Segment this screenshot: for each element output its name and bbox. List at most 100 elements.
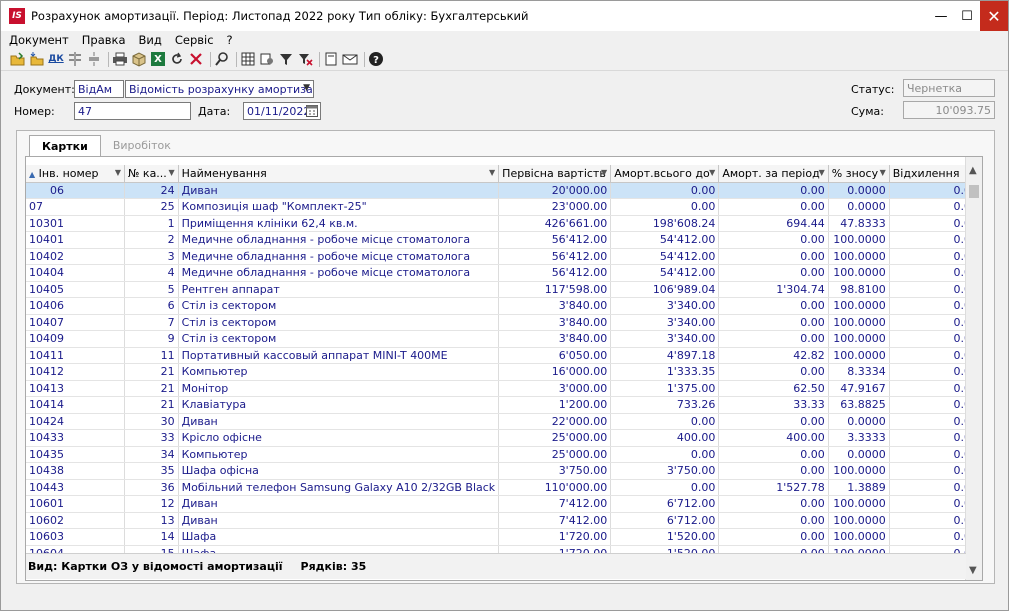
cell-inv-number[interactable]: 10602 <box>26 512 125 529</box>
cell-depr-period[interactable]: 0.00 <box>718 330 829 348</box>
cell-wear-percent[interactable]: 100.0000 <box>828 248 890 265</box>
cell-depr-period[interactable]: 0.00 <box>718 512 829 529</box>
number-field[interactable]: 47 <box>74 102 191 120</box>
column-filter-icon[interactable]: ▼ <box>709 168 715 177</box>
column-filter-icon[interactable]: ▼ <box>819 168 825 177</box>
document-code-field[interactable]: ВідАм <box>74 80 124 98</box>
cell-name[interactable]: Диван <box>178 182 500 199</box>
cell-inv-number[interactable]: 10443 <box>26 479 125 496</box>
table-row[interactable]: 10601 12 Диван 7'412.00 6'712.00 0.00 100.0000… <box>26 495 982 513</box>
cell-depr-total[interactable]: 1'375.00 <box>610 380 720 397</box>
cell-name[interactable]: Диван <box>178 512 500 529</box>
scroll-down-icon[interactable]: ▼ <box>969 565 977 576</box>
table-row[interactable]: 10413 21 Монітор 3'000.00 1'375.00 62.50 47.91… <box>26 380 982 397</box>
table-row[interactable]: 10414 21 Клавіатура 1'200.00 733.26 33.33 63.8… <box>26 396 982 414</box>
cell-name[interactable]: Композиція шаф "Комплект-25" <box>178 198 500 216</box>
table-row[interactable]: 10411 11 Портативный кассовый аппарат MINI… <box>26 347 982 364</box>
search-icon[interactable] <box>214 51 230 67</box>
refresh-icon[interactable] <box>169 51 185 67</box>
cell-inv-number[interactable]: 10404 <box>26 264 125 282</box>
cell-card-number[interactable]: 14 <box>124 528 179 546</box>
cell-depr-period[interactable]: 1'304.74 <box>718 281 829 298</box>
cell-depr-period[interactable]: 0.00 <box>718 297 829 315</box>
cell-depr-period[interactable]: 0.00 <box>718 314 829 331</box>
tab-output[interactable]: Виробіток <box>101 135 183 157</box>
cell-card-number[interactable]: 24 <box>124 182 179 199</box>
cell-name[interactable]: Клавіатура <box>178 396 500 414</box>
cell-inv-number[interactable]: 10407 <box>26 314 125 331</box>
table-row[interactable]: 1060314Шафа1'720.001'520.000.00100.00000… <box>26 528 982 546</box>
cell-card-number[interactable]: 21 <box>124 380 179 397</box>
cell-wear-percent[interactable]: 100.0000 <box>828 528 890 546</box>
cell-wear-percent[interactable]: 100.0000 <box>828 264 890 282</box>
cell-name[interactable]: Шафа офісна <box>178 462 500 480</box>
table-row[interactable]: 10602 13 Диван 7'412.00 6'712.00 0.00 100.0000… <box>26 512 982 529</box>
cell-inv-number[interactable]: 10438 <box>26 462 125 480</box>
table-row[interactable]: 07 25 Композиція шаф "Комплект-25" 23'000.0… <box>26 198 982 216</box>
cell-depr-total[interactable]: 0.00 <box>610 446 720 463</box>
cell-inv-number[interactable]: 10412 <box>26 363 125 381</box>
cell-card-number[interactable]: 36 <box>124 479 179 496</box>
cell-depr-period[interactable]: 0.00 <box>718 198 829 216</box>
calendar-doc-icon[interactable] <box>323 51 339 67</box>
cell-card-number[interactable]: 11 <box>124 347 179 364</box>
cell-card-number[interactable]: 6 <box>124 297 179 315</box>
cell-initial-cost[interactable]: 25'000.00 <box>498 446 612 463</box>
cell-inv-number[interactable]: 10409 <box>26 330 125 348</box>
menu-document[interactable]: Документ <box>9 33 69 47</box>
col-header-inv-number[interactable]: ▲ Інв. номер ▼ <box>26 165 125 183</box>
cell-depr-period[interactable]: 0.00 <box>718 264 829 282</box>
cell-depr-period[interactable]: 42.82 <box>718 347 829 364</box>
cell-wear-percent[interactable]: 100.0000 <box>828 297 890 315</box>
cell-name[interactable]: Диван <box>178 413 500 430</box>
date-field[interactable]: 01/11/2022 <box>243 102 321 120</box>
cell-name[interactable]: Стіл із сектором <box>178 297 500 315</box>
cell-depr-total[interactable]: 6'712.00 <box>610 512 720 529</box>
cell-name[interactable]: Медичне обладнання - робоче місце стомат… <box>178 248 500 265</box>
table-row[interactable]: 10409 9 Стіл із сектором 3'840.00 3'340.00 0.… <box>26 330 982 348</box>
cell-inv-number[interactable]: 10406 <box>26 297 125 315</box>
col-header-card-number[interactable]: № ка... ▼ <box>124 165 179 183</box>
cell-initial-cost[interactable]: 7'412.00 <box>498 495 612 513</box>
cell-depr-period[interactable]: 0.00 <box>718 182 829 199</box>
cell-initial-cost[interactable]: 117'598.00 <box>498 281 612 298</box>
col-header-initial-cost[interactable]: Первісна вартість ▼ <box>498 165 612 183</box>
cell-initial-cost[interactable]: 1'200.00 <box>498 396 612 414</box>
cell-initial-cost[interactable]: 3'840.00 <box>498 314 612 331</box>
cell-initial-cost[interactable]: 3'000.00 <box>498 380 612 397</box>
col-header-wear-percent[interactable]: % зносу ▼ <box>828 165 890 183</box>
cell-initial-cost[interactable]: 56'412.00 <box>498 248 612 265</box>
cell-name[interactable]: Стіл із сектором <box>178 330 500 348</box>
cell-initial-cost[interactable]: 56'412.00 <box>498 264 612 282</box>
cell-depr-total[interactable]: 733.26 <box>610 396 720 414</box>
scroll-up-icon[interactable]: ▲ <box>969 165 977 176</box>
cell-depr-period[interactable]: 694.44 <box>718 215 829 232</box>
cell-depr-total[interactable]: 0.00 <box>610 182 720 199</box>
cell-wear-percent[interactable]: 100.0000 <box>828 347 890 364</box>
cell-initial-cost[interactable]: 3'750.00 <box>498 462 612 480</box>
menu-view[interactable]: Вид <box>139 33 162 47</box>
cell-name[interactable]: Портативный кассовый аппарат MINI-T 400М… <box>178 347 500 364</box>
cell-initial-cost[interactable]: 7'412.00 <box>498 512 612 529</box>
table-row[interactable]: 0624Диван20'000.000.000.000.00000.00 <box>26 182 982 199</box>
cell-depr-period[interactable]: 0.00 <box>718 231 829 249</box>
cell-name[interactable]: Диван <box>178 495 500 513</box>
cell-depr-total[interactable]: 400.00 <box>610 429 720 447</box>
cell-depr-total[interactable]: 3'340.00 <box>610 330 720 348</box>
cell-inv-number[interactable]: 10603 <box>26 528 125 546</box>
delete-icon[interactable] <box>188 51 204 67</box>
cell-name[interactable]: Стіл із сектором <box>178 314 500 331</box>
cell-wear-percent[interactable]: 8.3334 <box>828 363 890 381</box>
cell-inv-number[interactable]: 10405 <box>26 281 125 298</box>
cell-wear-percent[interactable]: 47.8333 <box>828 215 890 232</box>
cell-inv-number[interactable]: 10411 <box>26 347 125 364</box>
cell-depr-period[interactable]: 0.00 <box>718 446 829 463</box>
cell-depr-total[interactable]: 1'520.00 <box>610 528 720 546</box>
cell-depr-period[interactable]: 0.00 <box>718 413 829 430</box>
close-button[interactable]: ✕ <box>980 1 1008 31</box>
cell-wear-percent[interactable]: 63.8825 <box>828 396 890 414</box>
cell-depr-total[interactable]: 3'340.00 <box>610 297 720 315</box>
table-row[interactable]: 10406 6 Стіл із сектором 3'840.00 3'340.00 0.… <box>26 297 982 315</box>
menu-service[interactable]: Сервіс <box>175 33 214 47</box>
vertical-scrollbar[interactable]: ▲ ▼ <box>965 157 982 580</box>
